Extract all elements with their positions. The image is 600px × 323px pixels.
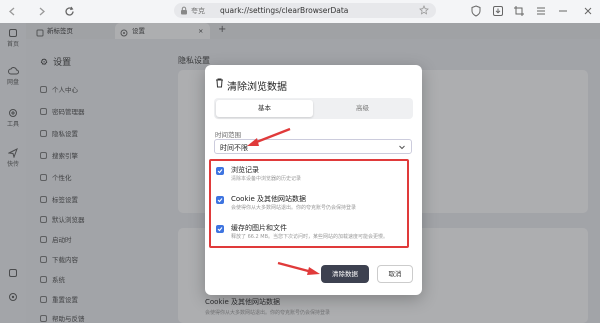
time-range-label: 时间范围 [215,131,241,139]
cancel-button[interactable]: 取消 [377,265,413,283]
download-icon[interactable] [492,5,504,19]
annotation-arrow-clear [277,261,320,275]
refresh-icon[interactable] [64,6,75,17]
tab-basic[interactable]: 基本 [216,100,313,117]
minimize-icon[interactable] [557,5,569,19]
dialog-title: 清除浏览数据 [227,82,287,93]
menu-icon[interactable] [535,5,547,19]
browser-toolbar: 夸克 quark://settings/clearBrowserData [0,0,600,23]
trash-icon [215,78,224,90]
forward-icon[interactable] [36,6,47,17]
back-icon[interactable] [7,6,18,17]
address-security-label: 夸克 [191,7,205,15]
bookmark-star-icon[interactable] [419,5,429,17]
screenshot-icon[interactable] [513,5,525,19]
dialog-tabs: 基本 高级 [214,98,413,119]
shield-icon[interactable] [470,5,482,19]
address-bar[interactable]: 夸克 quark://settings/clearBrowserData [174,3,436,18]
clear-data-button[interactable]: 清除数据 [321,265,369,283]
chevron-down-icon [398,143,406,153]
address-url[interactable]: quark://settings/clearBrowserData [220,6,348,15]
tab-advanced[interactable]: 高级 [314,100,411,117]
annotation-arrow-range [247,127,291,146]
lock-icon [180,6,188,17]
options-highlight-box [209,159,409,248]
close-window-icon[interactable] [582,5,594,19]
